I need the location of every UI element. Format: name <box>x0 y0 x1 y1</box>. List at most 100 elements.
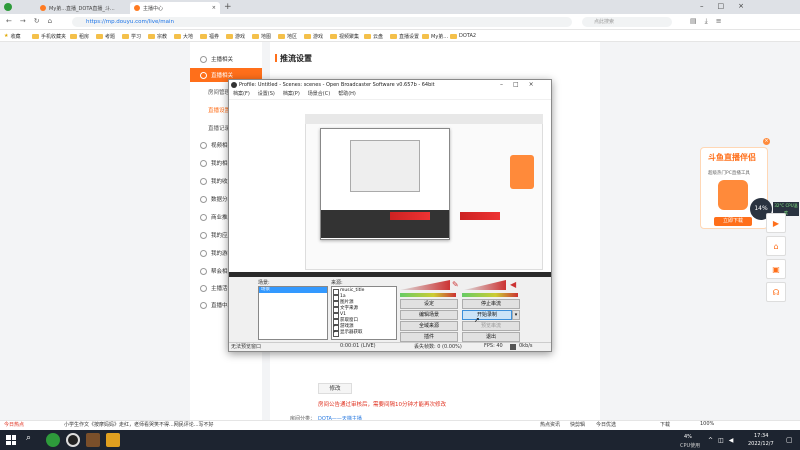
promo-close-icon[interactable]: × <box>763 138 770 145</box>
sidebar-app-icon[interactable]: ▣ <box>766 259 786 279</box>
settings-button[interactable]: 设定 <box>400 299 458 309</box>
close-icon[interactable]: × <box>212 5 216 11</box>
sources-label: 来源: <box>331 280 343 286</box>
bookmark-item[interactable]: 云盘 <box>364 31 383 41</box>
game-icon <box>200 249 207 257</box>
plugins-button[interactable]: 插件 <box>400 332 458 342</box>
bookmark-item[interactable]: 地图 <box>252 31 271 41</box>
bookmark-item[interactable]: 福券 <box>200 31 219 41</box>
statusbar-zoom[interactable]: 100% <box>700 421 714 427</box>
bookmark-item[interactable]: ★ 收藏 <box>4 31 21 41</box>
bookmark-item[interactable]: 学习 <box>122 31 141 41</box>
clock-date[interactable]: 2022/12/7 <box>748 441 774 447</box>
url-input[interactable]: https://mp.douyu.com/live/main <box>72 17 572 27</box>
new-tab-button[interactable]: + <box>224 2 232 12</box>
maximize-icon[interactable]: □ <box>718 2 725 10</box>
mouse-cursor-icon: ➚ <box>474 316 480 324</box>
tab-1[interactable]: My弟...直播_DOTA直播_斗... <box>36 2 124 14</box>
tab-3[interactable]: 主播中心 × <box>130 2 220 14</box>
scene-item[interactable]: 场景 <box>259 287 327 293</box>
bookmark-item[interactable]: 地区 <box>278 31 297 41</box>
statusbar-pick[interactable]: 今日优选 <box>596 421 616 428</box>
start-record-button[interactable]: 开始录制 <box>462 310 512 320</box>
speaker-icon[interactable]: ◀ <box>510 280 520 290</box>
scenes-list[interactable] <box>258 286 328 340</box>
mic-level-meter <box>400 293 456 297</box>
bookmark-item[interactable]: 直播设置 <box>390 31 419 41</box>
search-input[interactable]: 点此搜索 <box>582 17 672 27</box>
obs-taskbar-icon[interactable] <box>66 433 80 447</box>
bookmark-item[interactable]: 游戏 <box>226 31 245 41</box>
bookmark-item[interactable]: 视频聚集 <box>330 31 359 41</box>
promo-download-button[interactable]: 立即下载 <box>714 217 752 226</box>
close-window-icon[interactable]: × <box>738 2 744 10</box>
back-icon[interactable]: ← <box>6 17 12 25</box>
notification-icon[interactable]: ▢ <box>786 436 793 444</box>
global-sources-button[interactable]: 全域来源 <box>400 321 458 331</box>
statusbar-clip[interactable]: 快剪辑 <box>570 421 585 428</box>
clock-time[interactable]: 17:34 <box>754 433 768 439</box>
menu-icon[interactable]: ≡ <box>716 17 722 26</box>
browser-taskbar-icon[interactable] <box>46 433 60 447</box>
hot-news[interactable]: 小学生作文《按摩妈妈》走红，老师看哭笑不得...网民评论...写不好 <box>64 421 214 428</box>
app-taskbar-icon[interactable] <box>86 433 100 447</box>
bookmark-item[interactable]: 考题 <box>96 31 115 41</box>
preview-stream-button[interactable]: 预览串流 <box>462 321 520 331</box>
search-icon[interactable]: ⌕ <box>26 433 31 443</box>
statusbar-download[interactable]: 下载 <box>660 421 670 428</box>
browser-logo-icon[interactable] <box>4 3 12 11</box>
mic-icon[interactable]: ✎ <box>452 280 460 290</box>
bookmark-item[interactable]: 租房 <box>70 31 89 41</box>
bookmark-item[interactable]: 游戏 <box>304 31 323 41</box>
chevron-up-icon[interactable]: ^ <box>708 437 713 444</box>
group-icon <box>200 267 207 275</box>
home-icon[interactable]: ⌂ <box>48 17 52 25</box>
close-icon[interactable]: × <box>529 80 534 90</box>
bookmark-item[interactable]: 手机收藏夹 <box>32 31 66 41</box>
sidebar-service-icon[interactable]: ☊ <box>766 282 786 302</box>
bookmark-item[interactable]: 大地 <box>174 31 193 41</box>
reload-icon[interactable]: ↻ <box>34 17 40 25</box>
menu-file[interactable]: 档案(F) <box>233 90 250 99</box>
download-icon[interactable]: ⤓ <box>705 17 708 26</box>
maximize-icon[interactable]: □ <box>513 80 519 90</box>
folder-icon <box>174 33 181 39</box>
modify-button[interactable]: 修改 <box>318 383 352 394</box>
minimize-icon[interactable]: – <box>500 80 503 90</box>
bookmark-item[interactable]: DOTA2 <box>450 31 476 41</box>
sidebar-item-anchor[interactable]: 主播相关 <box>190 52 262 66</box>
menu-help[interactable]: 帮助(H) <box>338 90 356 99</box>
sidebar-subitem-room[interactable]: 房间管理 <box>208 88 230 96</box>
windows-start-icon[interactable] <box>6 435 16 445</box>
sidebar-home-icon[interactable]: ⌂ <box>766 236 786 256</box>
sidebar-subitem-settings[interactable]: 直播设置 <box>208 106 230 114</box>
edit-scene-button[interactable]: 编辑场景 <box>400 310 458 320</box>
bookmark-item[interactable]: 宗教 <box>148 31 167 41</box>
extension-icon[interactable]: ▤ <box>690 17 697 26</box>
thumb-icon <box>200 301 207 309</box>
sidebar-play-icon[interactable]: ▶ <box>766 213 786 233</box>
coin-icon <box>200 177 207 185</box>
forward-icon[interactable]: → <box>20 17 26 25</box>
record-dropdown[interactable]: ▾ <box>512 310 520 320</box>
sidebar-subitem-record[interactable]: 直播记录 <box>208 124 230 132</box>
exit-button[interactable]: 退出 <box>462 332 520 342</box>
network-icon[interactable]: ◫ <box>718 437 724 444</box>
menu-scenes[interactable]: 场景合(C) <box>308 90 330 99</box>
shop-icon <box>200 213 207 221</box>
volume-icon[interactable]: ◀ <box>729 437 734 444</box>
sources-list[interactable]: music_title 1a 图片源 文字来源 V1 获取窗口 游戏源 显示器获… <box>331 286 397 340</box>
menu-profile[interactable]: 档案(P) <box>283 90 300 99</box>
folder-icon <box>226 33 233 39</box>
stop-stream-button[interactable]: 停止串流 <box>462 299 520 309</box>
game-taskbar-icon[interactable] <box>106 433 120 447</box>
preview-meter <box>390 212 430 220</box>
hot-label: 今日热点 <box>4 422 25 428</box>
menu-settings[interactable]: 设置(S) <box>258 90 275 99</box>
source-item[interactable]: 显示器获取 <box>332 329 396 337</box>
bookmark-item[interactable]: My弟... <box>422 31 448 41</box>
app-icon <box>200 231 207 239</box>
minimize-icon[interactable]: – <box>700 2 704 10</box>
folder-icon <box>122 33 129 39</box>
statusbar-hot[interactable]: 热点资讯 <box>540 421 560 428</box>
